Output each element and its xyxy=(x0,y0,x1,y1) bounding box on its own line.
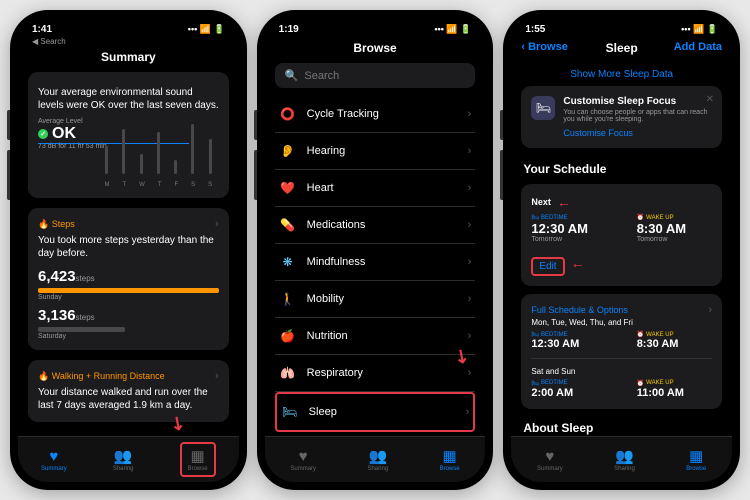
tab-sharing[interactable]: 👥Sharing xyxy=(367,447,388,472)
tab-browse[interactable]: ▦Browse xyxy=(440,447,460,472)
chevron-icon: › xyxy=(468,145,472,157)
list-item-mindfulness[interactable]: ❋Mindfulness› xyxy=(275,244,476,281)
list-item-hearing[interactable]: 👂Hearing› xyxy=(275,133,476,170)
grid-icon: ▦ xyxy=(442,447,456,465)
sleep-icon: 🛏 xyxy=(281,403,299,421)
people-icon: 👥 xyxy=(615,447,634,465)
tab-bar: ♥Summary 👥Sharing ▦Browse xyxy=(18,436,239,482)
respiratory-icon: 🫁 xyxy=(279,364,297,382)
schedule-heading: Your Schedule xyxy=(511,158,732,180)
hearing-icon: 👂 xyxy=(279,142,297,160)
status-icons: ••• 📶 🔋 xyxy=(188,24,225,35)
list-item-sleep[interactable]: 🛏Sleep› xyxy=(275,392,476,432)
nutrition-icon: 🍎 xyxy=(279,327,297,345)
status-icons: ••• 📶 🔋 xyxy=(434,24,471,35)
page-title: Summary xyxy=(18,46,239,72)
tab-browse[interactable]: ▦Browse xyxy=(686,447,706,472)
grid-icon: ▦ xyxy=(689,447,703,465)
category-list: ⭕Cycle Tracking›👂Hearing›❤️Heart›💊Medica… xyxy=(265,96,486,482)
full-schedule-card[interactable]: Full Schedule & Options› Mon, Tue, Wed, … xyxy=(521,294,722,409)
heart-icon: ♥ xyxy=(49,448,58,465)
chevron-icon: › xyxy=(215,370,219,382)
customise-link[interactable]: Customise Focus xyxy=(563,128,712,138)
status-time: 1:19 xyxy=(279,24,299,35)
tab-bar: ♥Summary 👥Sharing ▦Browse xyxy=(265,436,486,482)
mobility-icon: 🚶 xyxy=(279,290,297,308)
page-title: Browse xyxy=(265,37,486,63)
heart-icon: ♥ xyxy=(299,448,308,465)
tab-bar: ♥Summary 👥Sharing ▦Browse xyxy=(511,436,732,482)
chevron-icon: › xyxy=(468,293,472,305)
back-button[interactable]: ‹ Browse xyxy=(521,41,567,53)
check-icon: ✓ xyxy=(38,129,48,139)
sound-summary: Your average environmental sound levels … xyxy=(38,86,219,112)
annotation-arrow: ← xyxy=(557,194,571,210)
bed-icon: 🛏 xyxy=(531,96,555,120)
tab-sharing[interactable]: 👥Sharing xyxy=(614,447,635,472)
chevron-icon: › xyxy=(468,330,472,342)
cycle tracking-icon: ⭕ xyxy=(279,105,297,123)
search-icon: 🔍 xyxy=(285,69,299,82)
tab-sharing[interactable]: 👥Sharing xyxy=(113,447,134,472)
heart-icon: ❤️ xyxy=(279,179,297,197)
heart-icon: ♥ xyxy=(545,448,554,465)
status-time: 1:41 xyxy=(32,24,52,35)
mindfulness-icon: ❋ xyxy=(279,253,297,271)
people-icon: 👥 xyxy=(114,447,133,465)
tab-summary[interactable]: ♥Summary xyxy=(41,448,67,472)
edit-button[interactable]: Edit xyxy=(531,257,564,276)
sound-card[interactable]: Your average environmental sound levels … xyxy=(28,72,229,198)
search-input[interactable]: 🔍Search xyxy=(275,63,476,88)
list-item-respiratory[interactable]: 🫁Respiratory› xyxy=(275,355,476,392)
list-item-cycle-tracking[interactable]: ⭕Cycle Tracking› xyxy=(275,96,476,133)
bedtime-label: 🛏 BEDTIME xyxy=(531,214,606,221)
annotation-arrow: ← xyxy=(571,255,585,271)
tab-summary[interactable]: ♥Summary xyxy=(537,448,563,472)
chevron-icon: › xyxy=(468,108,472,120)
tab-browse[interactable]: ▦Browse xyxy=(180,442,216,477)
status-time: 1:55 xyxy=(525,24,545,35)
chevron-icon: › xyxy=(466,406,470,418)
chevron-icon: › xyxy=(215,218,219,230)
chevron-icon: › xyxy=(468,367,472,379)
wakeup-label: ⏰ WAKE UP xyxy=(637,214,712,221)
sound-chart: Average Level ✓OK 73 dB for 11 hr 53 min… xyxy=(38,118,219,188)
tab-summary[interactable]: ♥Summary xyxy=(290,448,316,472)
people-icon: 👥 xyxy=(368,447,387,465)
add-data-button[interactable]: Add Data xyxy=(674,41,722,53)
chevron-icon: › xyxy=(468,182,472,194)
next-schedule-card: Next ← 🛏 BEDTIME 12:30 AM Tomorrow ⏰ WAK… xyxy=(521,184,722,286)
steps-card[interactable]: 🔥 Steps› You took more steps yesterday t… xyxy=(28,208,229,350)
list-item-medications[interactable]: 💊Medications› xyxy=(275,207,476,244)
show-more-link[interactable]: Show More Sleep Data xyxy=(511,63,732,86)
list-item-mobility[interactable]: 🚶Mobility› xyxy=(275,281,476,318)
status-icons: ••• 📶 🔋 xyxy=(681,24,718,35)
list-item-heart[interactable]: ❤️Heart› xyxy=(275,170,476,207)
walking-card[interactable]: 🔥 Walking + Running Distance› Your dista… xyxy=(28,360,229,422)
phone-sleep: 1:55 ••• 📶 🔋 ‹ Browse Sleep Add Data Sho… xyxy=(503,10,740,490)
medications-icon: 💊 xyxy=(279,216,297,234)
focus-card[interactable]: 🛏 Customise Sleep Focus You can choose p… xyxy=(521,86,722,148)
close-icon[interactable]: ✕ xyxy=(706,94,714,105)
chevron-icon: › xyxy=(708,304,712,316)
phone-summary: 1:41 ••• 📶 🔋 ◀ Search Summary Your avera… xyxy=(10,10,247,490)
chevron-icon: › xyxy=(468,219,472,231)
list-item-nutrition[interactable]: 🍎Nutrition› xyxy=(275,318,476,355)
chevron-icon: › xyxy=(468,256,472,268)
grid-icon: ▦ xyxy=(191,447,205,465)
page-title: Sleep xyxy=(606,41,638,55)
phone-browse: 1:19 ••• 📶 🔋 Browse 🔍Search ⭕Cycle Track… xyxy=(257,10,494,490)
